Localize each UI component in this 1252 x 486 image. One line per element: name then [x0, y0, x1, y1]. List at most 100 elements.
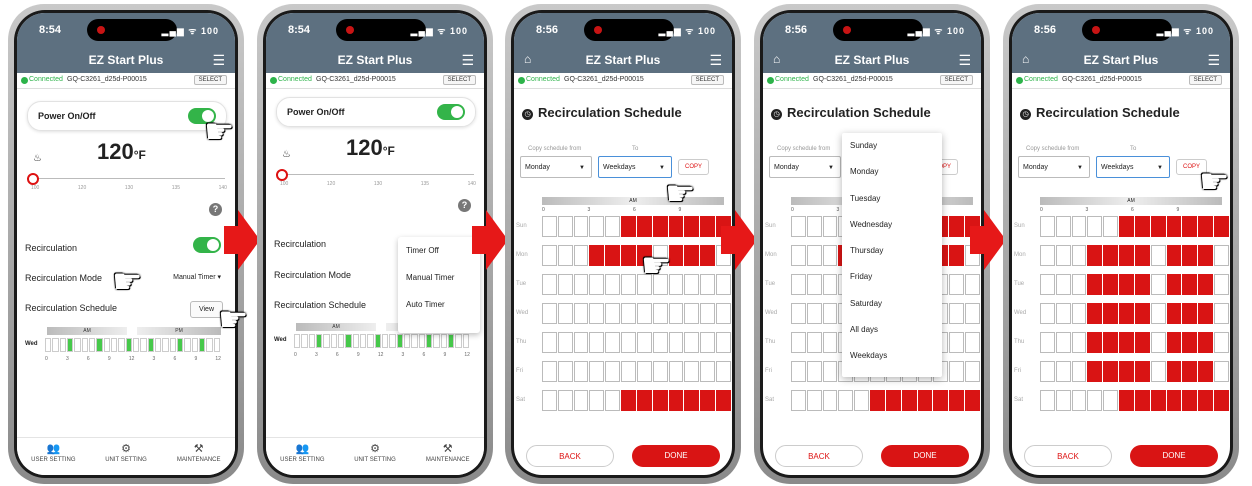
- schedule-cell[interactable]: [589, 332, 605, 353]
- schedule-cell[interactable]: [1134, 274, 1150, 295]
- back-button[interactable]: BACK: [526, 445, 614, 467]
- schedule-cell[interactable]: [684, 245, 700, 266]
- schedule-cell[interactable]: [557, 274, 573, 295]
- select-device-button[interactable]: SELECT: [690, 75, 724, 85]
- schedule-cell[interactable]: [791, 332, 806, 353]
- schedule-cell[interactable]: [1055, 303, 1071, 324]
- schedule-cell[interactable]: [1071, 303, 1087, 324]
- schedule-cell[interactable]: [1198, 245, 1214, 266]
- schedule-cell[interactable]: [1166, 390, 1182, 411]
- schedule-cell[interactable]: [589, 245, 605, 266]
- schedule-cell[interactable]: [1119, 361, 1134, 382]
- schedule-cell[interactable]: [1055, 332, 1071, 353]
- schedule-cell[interactable]: [901, 390, 917, 411]
- schedule-cell[interactable]: [1182, 245, 1198, 266]
- schedule-cell[interactable]: [806, 245, 822, 266]
- schedule-cell[interactable]: [870, 390, 885, 411]
- schedule-cell[interactable]: [700, 361, 716, 382]
- hamburger-menu-icon[interactable]: ☰: [461, 52, 474, 69]
- schedule-cell[interactable]: [965, 332, 980, 353]
- schedule-cell[interactable]: [1071, 216, 1087, 237]
- schedule-cell[interactable]: [1150, 390, 1166, 411]
- schedule-cell[interactable]: [1071, 390, 1087, 411]
- schedule-cell[interactable]: [1071, 274, 1087, 295]
- schedule-cell[interactable]: [949, 332, 965, 353]
- schedule-cell[interactable]: [1198, 361, 1214, 382]
- schedule-cell[interactable]: [716, 274, 731, 295]
- schedule-cell[interactable]: [668, 361, 684, 382]
- schedule-cell[interactable]: [621, 216, 636, 237]
- schedule-cell[interactable]: [1150, 245, 1166, 266]
- schedule-cell[interactable]: [621, 303, 636, 324]
- temperature-slider-track[interactable]: [282, 174, 474, 175]
- schedule-cell[interactable]: [822, 274, 838, 295]
- schedule-cell[interactable]: [668, 303, 684, 324]
- schedule-cell[interactable]: [589, 361, 605, 382]
- schedule-cell[interactable]: [949, 274, 965, 295]
- schedule-cell[interactable]: [791, 274, 806, 295]
- option-monday[interactable]: Monday: [842, 159, 942, 185]
- schedule-cell[interactable]: [621, 245, 636, 266]
- nav-user-setting[interactable]: 👥 USER SETTING: [266, 438, 339, 475]
- select-device-button[interactable]: SELECT: [939, 75, 973, 85]
- schedule-cell[interactable]: [542, 303, 557, 324]
- schedule-cell[interactable]: [885, 390, 901, 411]
- menu-item-timer-off[interactable]: Timer Off: [398, 237, 480, 264]
- schedule-cell[interactable]: [605, 390, 621, 411]
- menu-item-manual-timer[interactable]: Manual Timer: [398, 264, 480, 291]
- schedule-cell[interactable]: [700, 216, 716, 237]
- schedule-cell[interactable]: [806, 361, 822, 382]
- schedule-cell[interactable]: [557, 216, 573, 237]
- schedule-cell[interactable]: [1134, 303, 1150, 324]
- schedule-cell[interactable]: [1166, 245, 1182, 266]
- schedule-cell[interactable]: [1087, 390, 1103, 411]
- schedule-cell[interactable]: [700, 274, 716, 295]
- schedule-cell[interactable]: [605, 245, 621, 266]
- hamburger-menu-icon[interactable]: ☰: [212, 52, 225, 69]
- schedule-cell[interactable]: [636, 361, 652, 382]
- schedule-cell[interactable]: [1103, 245, 1119, 266]
- schedule-cell[interactable]: [684, 332, 700, 353]
- select-device-button[interactable]: SELECT: [193, 75, 227, 85]
- schedule-cell[interactable]: [605, 274, 621, 295]
- copy-from-select[interactable]: Monday ▼: [769, 156, 841, 178]
- schedule-cell[interactable]: [542, 245, 557, 266]
- option-thursday[interactable]: Thursday: [842, 238, 942, 264]
- schedule-cell[interactable]: [573, 245, 589, 266]
- schedule-cell[interactable]: [652, 216, 668, 237]
- schedule-cell[interactable]: [605, 303, 621, 324]
- schedule-cell[interactable]: [1198, 274, 1214, 295]
- schedule-cell[interactable]: [668, 216, 684, 237]
- schedule-cell[interactable]: [1119, 274, 1134, 295]
- option-saturday[interactable]: Saturday: [842, 291, 942, 317]
- schedule-cell[interactable]: [573, 390, 589, 411]
- schedule-cell[interactable]: [917, 390, 933, 411]
- schedule-cell[interactable]: [1214, 303, 1229, 324]
- schedule-cell[interactable]: [1182, 361, 1198, 382]
- schedule-cell[interactable]: [1055, 390, 1071, 411]
- schedule-cell[interactable]: [1119, 245, 1134, 266]
- schedule-cell[interactable]: [557, 303, 573, 324]
- schedule-cell[interactable]: [854, 390, 870, 411]
- hamburger-menu-icon[interactable]: ☰: [709, 52, 722, 69]
- schedule-cell[interactable]: [1103, 390, 1119, 411]
- schedule-cell[interactable]: [700, 332, 716, 353]
- hamburger-menu-icon[interactable]: ☰: [1207, 52, 1220, 69]
- schedule-cell[interactable]: [1071, 332, 1087, 353]
- schedule-cell[interactable]: [965, 303, 980, 324]
- schedule-cell[interactable]: [589, 390, 605, 411]
- copy-from-select[interactable]: Monday ▼: [520, 156, 592, 178]
- schedule-cell[interactable]: [605, 216, 621, 237]
- schedule-cell[interactable]: [1134, 332, 1150, 353]
- schedule-cell[interactable]: [1087, 216, 1103, 237]
- schedule-cell[interactable]: [1214, 332, 1229, 353]
- schedule-cell[interactable]: [684, 274, 700, 295]
- schedule-cell[interactable]: [949, 245, 965, 266]
- nav-unit-setting[interactable]: ⚙ UNIT SETTING: [90, 438, 163, 475]
- schedule-cell[interactable]: [1040, 216, 1055, 237]
- schedule-cell[interactable]: [684, 216, 700, 237]
- schedule-cell[interactable]: [652, 332, 668, 353]
- back-button[interactable]: BACK: [775, 445, 863, 467]
- schedule-cell[interactable]: [1150, 332, 1166, 353]
- schedule-cell[interactable]: [1214, 361, 1229, 382]
